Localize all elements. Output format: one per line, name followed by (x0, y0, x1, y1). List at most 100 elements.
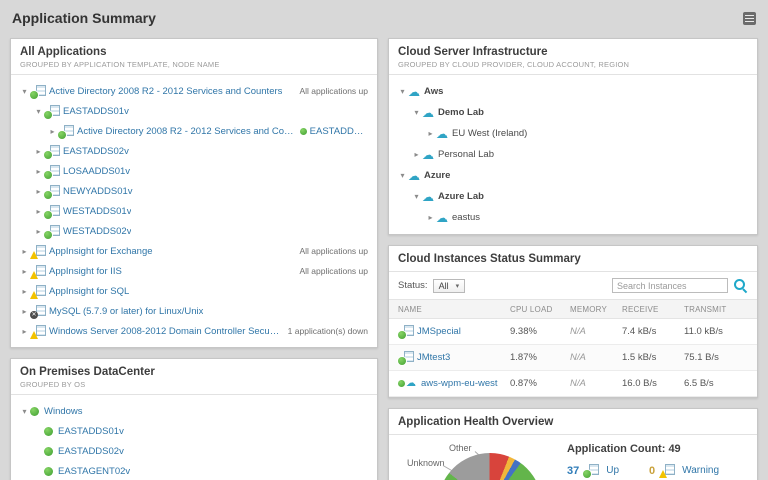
application-icon (58, 125, 74, 138)
tree-item-label[interactable]: Personal Lab (438, 149, 494, 160)
application-count-value: 49 (668, 443, 680, 455)
collapse-arrow-icon[interactable]: ▾ (19, 407, 30, 416)
tree-item-label[interactable]: AppInsight for SQL (49, 286, 129, 297)
health-stat-value: 0 (649, 465, 655, 477)
tree-item-label[interactable]: LOSAADDS01v (63, 166, 130, 177)
health-pie-chart (438, 453, 542, 480)
tree-item: ▸ EASTADDS02v (11, 141, 377, 161)
tree-item-label[interactable]: EASTADDS01v (58, 426, 124, 437)
expand-arrow-icon[interactable]: ▸ (47, 127, 58, 136)
expand-arrow-icon[interactable]: ▸ (411, 150, 422, 159)
status-up-badge-icon (44, 191, 52, 199)
tree-item: ▸ WESTADDS01v (11, 201, 377, 221)
expand-arrow-icon[interactable]: ▸ (33, 207, 44, 216)
tree-item-label[interactable]: eastus (452, 212, 480, 223)
instance-link[interactable]: JMSpecial (417, 326, 461, 337)
panel-title: Application Health Overview (398, 416, 748, 428)
collapse-arrow-icon[interactable]: ▾ (411, 192, 422, 201)
tree-item-label[interactable]: EASTADDS02v (58, 446, 124, 457)
collapse-arrow-icon[interactable]: ▾ (411, 108, 422, 117)
expand-arrow-icon[interactable]: ▸ (19, 307, 30, 316)
expand-arrow-icon[interactable]: ▸ (19, 327, 30, 336)
tree-item-label[interactable]: Demo Lab (438, 107, 484, 118)
application-icon: ✕ (30, 305, 46, 318)
expand-arrow-icon[interactable]: ▸ (33, 167, 44, 176)
tree-item-label[interactable]: EU West (Ireland) (452, 128, 527, 139)
cloud-icon: ☁ (436, 128, 448, 140)
tree-item-label[interactable]: EASTAGENT02v (58, 466, 130, 477)
expand-arrow-icon[interactable]: ▸ (19, 267, 30, 276)
column-header-memory: MEMORY (570, 305, 622, 314)
tree-item-label[interactable]: AppInsight for IIS (49, 266, 122, 277)
panel-subtitle: GROUPED BY CLOUD PROVIDER, CLOUD ACCOUNT… (398, 60, 748, 69)
tree-item: ▸ LOSAADDS01v (11, 161, 377, 181)
status-up-badge-icon (58, 131, 66, 139)
tree-item-label[interactable]: EASTADDS02v (63, 146, 129, 157)
application-icon (30, 285, 46, 298)
cloud-icon: ☁ (422, 191, 434, 203)
instance-row: JMtest31.87%N/A1.5 kB/s75.1 B/s (389, 345, 757, 371)
search-input[interactable] (612, 278, 728, 293)
application-icon (30, 85, 46, 98)
tree-item-label[interactable]: AppInsight for Exchange (49, 246, 153, 257)
page-menu-icon[interactable] (743, 12, 756, 25)
tree-item: ▾☁ Azure Lab (389, 186, 757, 207)
status-filter-select[interactable]: All (433, 279, 466, 293)
expand-arrow-icon[interactable]: ▸ (33, 147, 44, 156)
tree-item: ▸ Windows Server 2008-2012 Domain Control… (11, 321, 377, 341)
instance-name-cell: JMSpecial (398, 325, 510, 338)
expand-arrow-icon[interactable]: ▸ (33, 227, 44, 236)
status-up-icon (44, 427, 53, 436)
page-title: Application Summary (12, 10, 156, 26)
collapse-arrow-icon[interactable]: ▾ (19, 87, 30, 96)
tree-item-label[interactable]: Active Directory 2008 R2 - 2012 Services… (49, 86, 282, 97)
status-up-badge-icon (44, 151, 52, 159)
node-icon (44, 185, 60, 198)
panel-subtitle: GROUPED BY APPLICATION TEMPLATE, NODE NA… (20, 60, 368, 69)
cloud-icon: ☁ (436, 212, 448, 224)
pie-label-other: Other (449, 443, 472, 453)
tree-item: ▸ WESTADDS02v (11, 221, 377, 241)
expand-arrow-icon[interactable]: ▸ (425, 213, 436, 222)
tree-item-label[interactable]: MySQL (5.7.9 or later) for Linux/Unix (49, 306, 203, 317)
on-premises-panel: On Premises DataCenter GROUPED BY OS ▾Wi… (10, 358, 378, 480)
tree-item: ▸ AppInsight for SQL (11, 281, 377, 301)
status-up-icon (300, 128, 307, 135)
expand-arrow-icon[interactable]: ▸ (33, 187, 44, 196)
expand-arrow-icon[interactable]: ▸ (19, 247, 30, 256)
application-icon (583, 464, 599, 477)
tree-item-label[interactable]: NEWYADDS01v (63, 186, 133, 197)
tree-item-label[interactable]: Azure Lab (438, 191, 484, 202)
status-up-icon (44, 467, 53, 476)
instance-name-cell: JMtest3 (398, 351, 510, 364)
tree-item-label[interactable]: EASTADDS01v (63, 106, 129, 117)
instance-link[interactable]: JMtest3 (417, 352, 450, 363)
tree-item-label[interactable]: WESTADDS02v (63, 226, 131, 237)
column-header-transmit: TRANSMIT (684, 305, 748, 314)
health-stat-label[interactable]: Warning (682, 465, 719, 476)
tree-item: ▸AppInsight for ExchangeAll applications… (11, 241, 377, 261)
tree-item-label[interactable]: Active Directory 2008 R2 - 2012 Services… (77, 126, 296, 137)
tree-item: ▸☁Personal Lab (389, 144, 757, 165)
tree-item-suffix-label[interactable]: EASTADDS01v (310, 126, 368, 137)
tree-item-label[interactable]: Aws (424, 86, 443, 97)
cloud-icon: ☁ (408, 86, 420, 98)
status-up-badge-icon (30, 91, 38, 99)
tree-item-label[interactable]: WESTADDS01v (63, 206, 131, 217)
collapse-arrow-icon[interactable]: ▾ (33, 107, 44, 116)
application-count-label: Application Count: (567, 443, 665, 455)
collapse-arrow-icon[interactable]: ▾ (397, 87, 408, 96)
application-icon (398, 325, 414, 338)
expand-arrow-icon[interactable]: ▸ (425, 129, 436, 138)
search-icon[interactable] (733, 278, 748, 293)
tree-item-label[interactable]: Azure (424, 170, 450, 181)
right-column: Cloud Server Infrastructure GROUPED BY C… (388, 38, 758, 480)
tree-item-label[interactable]: Windows Server 2008-2012 Domain Controll… (49, 326, 282, 337)
instance-link[interactable]: aws-wpm-eu-west (421, 378, 498, 389)
status-warning-badge-icon (30, 251, 38, 259)
application-count: Application Count: 49 (567, 443, 749, 455)
collapse-arrow-icon[interactable]: ▾ (397, 171, 408, 180)
tree-item-label[interactable]: Windows (44, 406, 83, 417)
health-stat-label[interactable]: Up (606, 465, 619, 476)
expand-arrow-icon[interactable]: ▸ (19, 287, 30, 296)
